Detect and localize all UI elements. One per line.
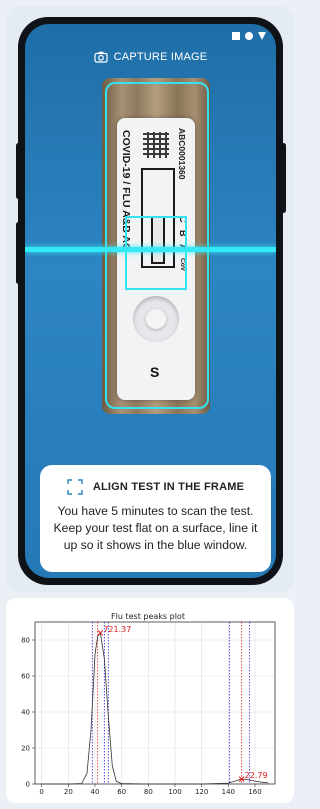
y-tick-label: 20 xyxy=(21,745,30,753)
y-tick-label: 40 xyxy=(21,709,30,717)
x-tick-label: 100 xyxy=(168,788,181,796)
plot-title: Flu test peaks plot xyxy=(111,612,185,621)
x-tick-label: 0 xyxy=(39,788,43,796)
capture-image-label: CAPTURE IMAGE xyxy=(113,51,208,63)
camera-icon xyxy=(94,51,108,63)
y-tick-label: 0 xyxy=(26,781,30,789)
frame-corners-icon xyxy=(67,479,83,495)
x-tick-label: 60 xyxy=(117,788,126,796)
signal-line xyxy=(41,631,269,785)
triangle-icon xyxy=(258,32,266,40)
plot-card: Flu test peaks plot 721.37 22.79 0 20 40 60 8… xyxy=(6,598,294,803)
square-icon xyxy=(232,32,240,40)
instruction-card: ALIGN TEST IN THE FRAME You have 5 minut… xyxy=(40,465,271,572)
capture-image-button[interactable]: CAPTURE IMAGE xyxy=(25,51,276,63)
x-tick-label: 40 xyxy=(91,788,100,796)
x-tick-label: 120 xyxy=(195,788,208,796)
plot-area xyxy=(34,621,276,785)
instruction-text: You have 5 minutes to scan the test. Kee… xyxy=(53,504,258,552)
circle-icon xyxy=(245,32,253,40)
x-tick-label: 80 xyxy=(144,788,153,796)
x-tick-label: 140 xyxy=(222,788,235,796)
instruction-title: ALIGN TEST IN THE FRAME xyxy=(92,481,245,493)
status-bar xyxy=(232,32,266,40)
instruction-header: ALIGN TEST IN THE FRAME xyxy=(40,479,271,495)
window-target-frame xyxy=(125,216,187,290)
peak-label: 22.79 xyxy=(245,771,268,780)
scan-line xyxy=(25,247,276,252)
y-tick-label: 60 xyxy=(21,673,30,681)
y-tick-label: 80 xyxy=(21,637,30,645)
x-tick-label: 20 xyxy=(64,788,73,796)
x-tick-label: 160 xyxy=(248,788,261,796)
camera-screen: CAPTURE IMAGE COVID-19 / FLU A&B AG ABC0… xyxy=(25,24,276,578)
peak-label: 721.37 xyxy=(103,625,131,634)
peaks-plot: Flu test peaks plot 721.37 22.79 0 20 40 60 8… xyxy=(21,612,276,796)
